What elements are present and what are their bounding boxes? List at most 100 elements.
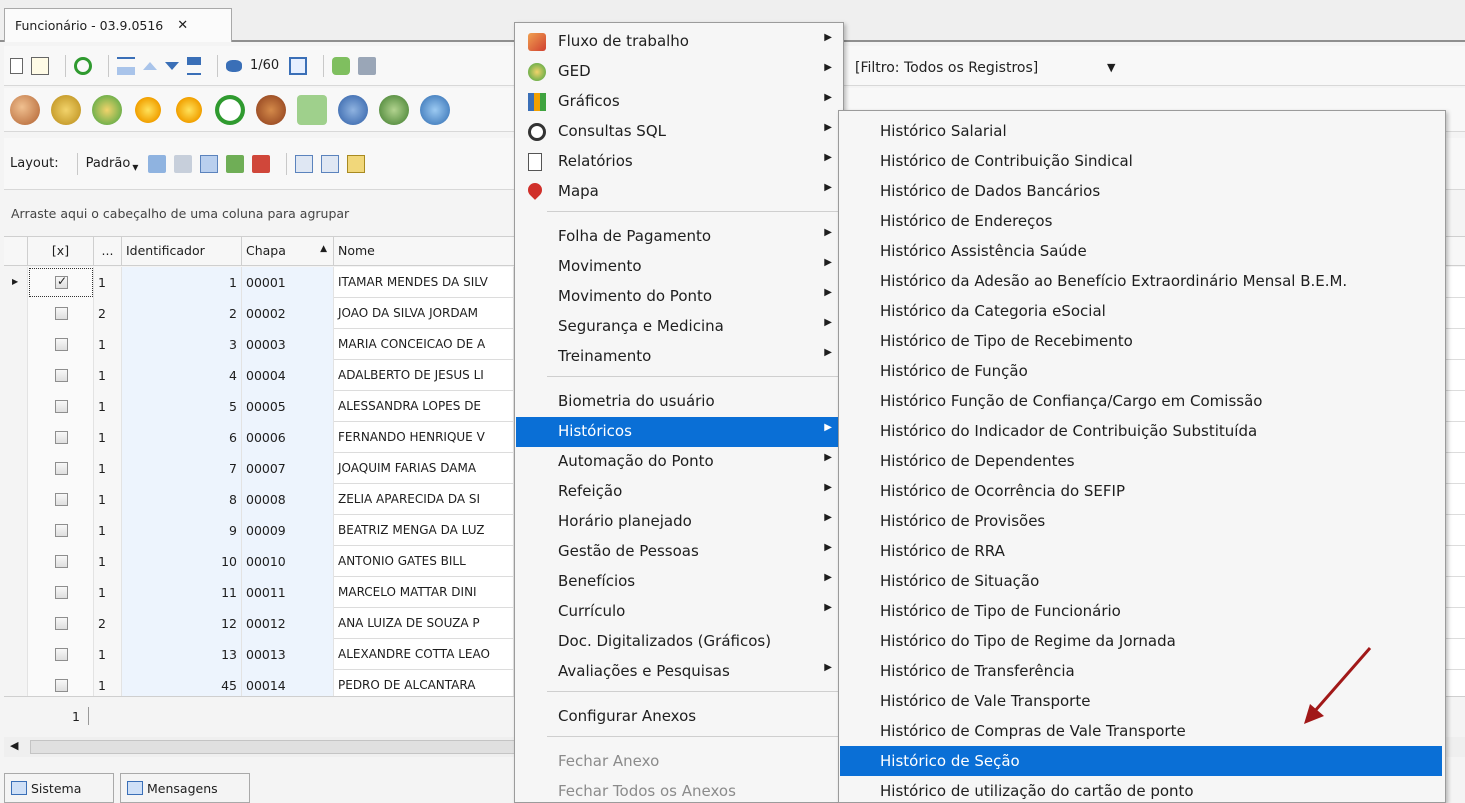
row-indicator[interactable] bbox=[4, 329, 28, 360]
row-chapa[interactable]: 00005 bbox=[242, 391, 334, 422]
grid-layout-icon[interactable] bbox=[200, 154, 219, 173]
row-group-cell[interactable]: 1 bbox=[94, 267, 122, 298]
row-group-cell[interactable]: 1 bbox=[94, 577, 122, 608]
row-checkbox[interactable] bbox=[55, 274, 68, 289]
row-identificador[interactable]: 1 bbox=[122, 267, 242, 298]
row-nome[interactable]: ANA LUIZA DE SOUZA P bbox=[334, 608, 514, 639]
row-identificador[interactable]: 3 bbox=[122, 329, 242, 360]
export-layout-icon[interactable] bbox=[226, 154, 245, 173]
row-nome[interactable]: ANTONIO GATES BILL bbox=[334, 546, 514, 577]
row-checkbox[interactable] bbox=[55, 648, 68, 661]
row-identificador[interactable]: 5 bbox=[122, 391, 242, 422]
row-identificador[interactable]: 12 bbox=[122, 608, 242, 639]
submenu-item[interactable]: Histórico de Tipo de Recebimento bbox=[840, 326, 1442, 356]
menu-item-folha-de-pagamento[interactable]: Folha de Pagamento ▶ bbox=[516, 222, 842, 252]
row-checkbox[interactable] bbox=[55, 493, 68, 506]
row-chapa[interactable]: 00013 bbox=[242, 639, 334, 670]
row-indicator[interactable] bbox=[4, 298, 28, 329]
calendar-icon[interactable] bbox=[289, 56, 308, 75]
row-checkbox[interactable] bbox=[55, 679, 68, 692]
row-group-cell[interactable]: 1 bbox=[94, 484, 122, 515]
sum-grid-icon[interactable] bbox=[321, 154, 340, 173]
submenu-item[interactable]: Histórico Assistência Saúde bbox=[840, 236, 1442, 266]
process-icon[interactable] bbox=[332, 56, 351, 75]
scrollbar-thumb[interactable] bbox=[30, 740, 520, 754]
row-chapa[interactable]: 00006 bbox=[242, 422, 334, 453]
row-select-cell[interactable] bbox=[28, 515, 94, 546]
row-group-cell[interactable]: 1 bbox=[94, 391, 122, 422]
row-select-cell[interactable] bbox=[28, 546, 94, 577]
row-select-cell[interactable] bbox=[28, 577, 94, 608]
row-select-cell[interactable] bbox=[28, 360, 94, 391]
row-identificador[interactable]: 9 bbox=[122, 515, 242, 546]
menu-item-doc-digitalizados-graficos[interactable]: Doc. Digitalizados (Gráficos) bbox=[516, 627, 842, 657]
row-chapa[interactable]: 00004 bbox=[242, 360, 334, 391]
row-chapa[interactable]: 00001 bbox=[242, 267, 334, 298]
submenu-item[interactable]: Histórico de Provisões bbox=[840, 506, 1442, 536]
submenu-item[interactable]: Histórico de RRA bbox=[840, 536, 1442, 566]
bottom-tab-mensagens[interactable]: Mensagens bbox=[120, 773, 250, 803]
row-select-cell[interactable] bbox=[28, 608, 94, 639]
next-record-icon[interactable] bbox=[165, 61, 179, 70]
menu-item-refeicao[interactable]: Refeição ▶ bbox=[516, 477, 842, 507]
header-identificador[interactable]: Identificador bbox=[122, 237, 242, 266]
sun-icon[interactable] bbox=[133, 94, 163, 125]
save-layout-icon[interactable] bbox=[148, 154, 167, 173]
row-select-cell[interactable] bbox=[28, 391, 94, 422]
row-nome[interactable]: JOAO DA SILVA JORDAM bbox=[334, 298, 514, 329]
row-indicator[interactable]: ▶ bbox=[4, 267, 28, 298]
scroll-left-icon[interactable]: ◀ bbox=[10, 739, 18, 752]
header-chapa[interactable]: Chapa ▲ bbox=[242, 237, 334, 266]
layout-selector[interactable]: Padrão bbox=[86, 156, 131, 171]
filter-dropdown-icon[interactable]: ▼ bbox=[1107, 61, 1115, 74]
row-nome[interactable]: MARCELO MATTAR DINI bbox=[334, 577, 514, 608]
notes-grid-icon[interactable] bbox=[347, 154, 366, 173]
row-nome[interactable]: FERNANDO HENRIQUE V bbox=[334, 422, 514, 453]
edit-record-icon[interactable] bbox=[31, 56, 49, 75]
row-nome[interactable]: PEDRO DE ALCANTARA bbox=[334, 670, 514, 696]
row-indicator[interactable] bbox=[4, 422, 28, 453]
row-checkbox[interactable] bbox=[55, 617, 68, 630]
menu-item-fluxo-de-trabalho[interactable]: Fluxo de trabalho ▶ bbox=[516, 27, 842, 57]
row-select-cell[interactable] bbox=[28, 484, 94, 515]
row-nome[interactable]: ALESSANDRA LOPES DE bbox=[334, 391, 514, 422]
menu-item-mapa[interactable]: Mapa ▶ bbox=[516, 177, 842, 207]
header-more[interactable]: ... bbox=[94, 237, 122, 266]
menu-item-avaliacoes-e-pesquisas[interactable]: Avaliações e Pesquisas ▶ bbox=[516, 657, 842, 687]
submenu-item[interactable]: Histórico de Seção bbox=[840, 746, 1442, 776]
row-nome[interactable]: ADALBERTO DE JESUS LI bbox=[334, 360, 514, 391]
row-chapa[interactable]: 00007 bbox=[242, 453, 334, 484]
row-chapa[interactable]: 00014 bbox=[242, 670, 334, 696]
row-nome[interactable]: ZELIA APARECIDA DA SI bbox=[334, 484, 514, 515]
row-group-cell[interactable]: 1 bbox=[94, 639, 122, 670]
row-indicator[interactable] bbox=[4, 670, 28, 696]
menu-item-seguranca-e-medicina[interactable]: Segurança e Medicina ▶ bbox=[516, 312, 842, 342]
row-indicator[interactable] bbox=[4, 391, 28, 422]
previous-record-icon[interactable] bbox=[143, 61, 157, 70]
row-nome[interactable]: ALEXANDRE COTTA LEAO bbox=[334, 639, 514, 670]
filter-grid-icon[interactable] bbox=[295, 154, 314, 173]
row-checkbox[interactable] bbox=[55, 338, 68, 351]
clock-icon[interactable] bbox=[215, 94, 245, 125]
row-group-cell[interactable]: 1 bbox=[94, 515, 122, 546]
row-nome[interactable]: MARIA CONCEICAO DE A bbox=[334, 329, 514, 360]
menu-item-consultas-sql[interactable]: Consultas SQL ▶ bbox=[516, 117, 842, 147]
menu-item-configurar-anexos[interactable]: Configurar Anexos bbox=[516, 702, 842, 732]
new-record-icon[interactable] bbox=[10, 57, 23, 74]
filter-selector[interactable]: [Filtro: Todos os Registros] bbox=[855, 60, 1038, 76]
row-checkbox[interactable] bbox=[55, 307, 68, 320]
row-checkbox[interactable] bbox=[55, 431, 68, 444]
menu-item-automacao-do-ponto[interactable]: Automação do Ponto ▶ bbox=[516, 447, 842, 477]
row-checkbox[interactable] bbox=[55, 586, 68, 599]
menu-item-ged[interactable]: GED ▶ bbox=[516, 57, 842, 87]
print-icon[interactable] bbox=[358, 56, 377, 75]
remove-employee-icon[interactable] bbox=[10, 94, 40, 125]
report-icon[interactable] bbox=[420, 94, 450, 125]
row-chapa[interactable]: 00012 bbox=[242, 608, 334, 639]
row-group-cell[interactable]: 1 bbox=[94, 422, 122, 453]
row-chapa[interactable]: 00008 bbox=[242, 484, 334, 515]
row-chapa[interactable]: 00009 bbox=[242, 515, 334, 546]
row-select-cell[interactable] bbox=[28, 670, 94, 696]
row-select-cell[interactable] bbox=[28, 453, 94, 484]
row-indicator[interactable] bbox=[4, 546, 28, 577]
